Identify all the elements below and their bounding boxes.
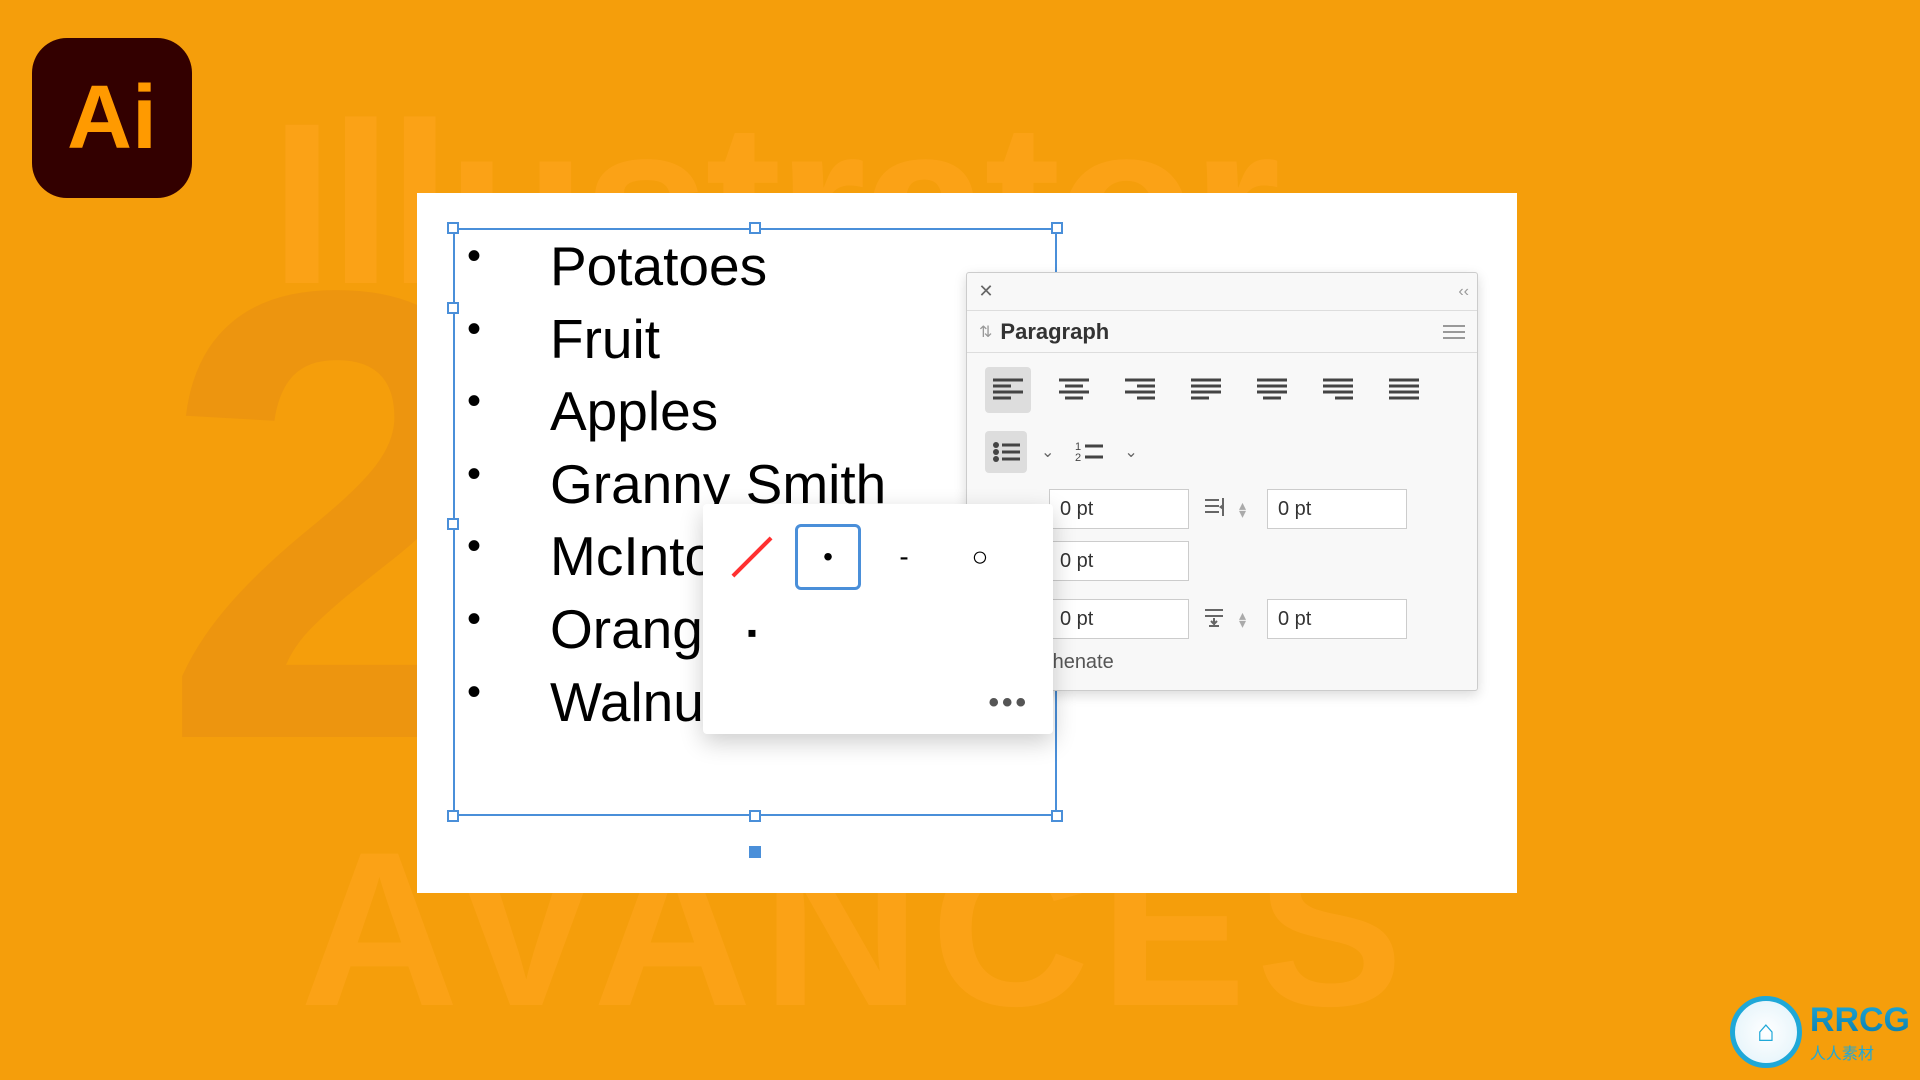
list-item[interactable]: Apples: [457, 375, 886, 448]
app-logo: Ai: [32, 38, 192, 198]
align-left-button[interactable]: [985, 367, 1031, 413]
watermark-logo-icon: ⌂: [1730, 996, 1802, 1068]
list-item[interactable]: Potatoes: [457, 230, 886, 303]
right-indent-icon: [1199, 494, 1229, 524]
watermark-main: RRCG: [1810, 1001, 1910, 1040]
bullet-option-dash[interactable]: -: [871, 524, 937, 590]
bullet-option-circle[interactable]: ○: [947, 524, 1013, 590]
stepper-icon[interactable]: ▴▾: [1239, 611, 1257, 627]
watermark-sub: 人人素材: [1810, 1040, 1910, 1064]
collapse-icon[interactable]: ‹‹: [1458, 283, 1469, 301]
indent-row-1: 0 pt ▴▾ 0 pt: [985, 489, 1459, 529]
justify-all-button[interactable]: [1381, 367, 1427, 413]
close-icon[interactable]: ✕: [975, 281, 997, 303]
bullet-option-none[interactable]: [719, 524, 785, 590]
left-indent-input[interactable]: 0 pt: [1049, 489, 1189, 529]
justify-right-button[interactable]: [1315, 367, 1361, 413]
right-indent-input[interactable]: 0 pt: [1267, 489, 1407, 529]
numbered-list-button[interactable]: 12: [1068, 431, 1110, 473]
align-center-button[interactable]: [1051, 367, 1097, 413]
justify-left-button[interactable]: [1183, 367, 1229, 413]
alignment-row: [985, 367, 1459, 413]
bullet-option-disc[interactable]: •: [795, 524, 861, 590]
spacing-row: 0 pt ▴▾ 0 pt: [985, 599, 1459, 639]
space-after-icon: [1199, 604, 1229, 634]
indent-row-2: 0 pt: [985, 541, 1459, 581]
app-logo-text: Ai: [67, 67, 157, 170]
panel-header: ✕ ‹‹: [967, 273, 1477, 311]
stepper-icon: ⇅: [979, 322, 992, 342]
list-style-row: ⌄ 12 ⌄: [985, 431, 1459, 473]
panel-title: Paragraph: [1000, 319, 1109, 345]
chevron-down-icon[interactable]: ⌄: [1124, 442, 1137, 462]
stepper-icon[interactable]: ▴▾: [1239, 501, 1257, 517]
bullet-style-popup: • - ○ ▪ •••: [703, 504, 1053, 734]
align-right-button[interactable]: [1117, 367, 1163, 413]
first-line-indent-input[interactable]: 0 pt: [1049, 541, 1189, 581]
bullet-option-square[interactable]: ▪: [719, 600, 785, 666]
watermark: ⌂ RRCG 人人素材: [1730, 996, 1910, 1068]
more-options-button[interactable]: •••: [988, 686, 1029, 720]
chevron-down-icon[interactable]: ⌄: [1041, 442, 1054, 462]
justify-center-button[interactable]: [1249, 367, 1295, 413]
hyphenate-row: ✓ Hyphenate: [985, 651, 1459, 674]
panel-menu-icon[interactable]: [1443, 324, 1465, 340]
svg-text:2: 2: [1075, 452, 1081, 463]
space-before-input[interactable]: 0 pt: [1049, 599, 1189, 639]
bulleted-list-button[interactable]: [985, 431, 1027, 473]
list-item[interactable]: Fruit: [457, 303, 886, 376]
space-after-input[interactable]: 0 pt: [1267, 599, 1407, 639]
panel-tab[interactable]: ⇅ Paragraph: [967, 311, 1477, 353]
